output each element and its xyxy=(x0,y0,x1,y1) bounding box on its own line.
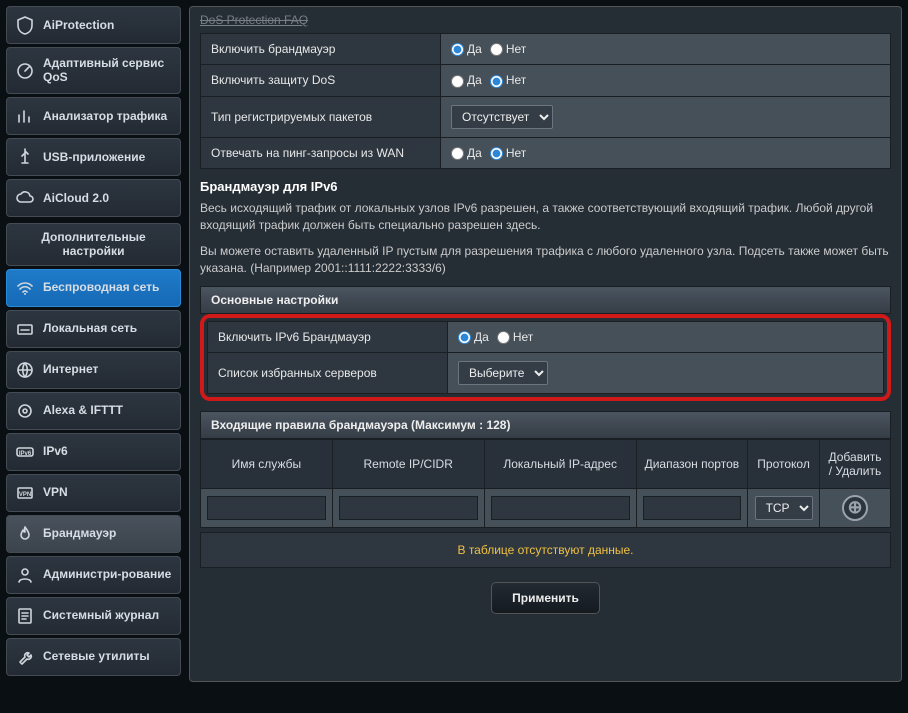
radio-yes[interactable]: Да xyxy=(451,146,482,160)
lan-icon xyxy=(15,319,35,339)
cloud-icon xyxy=(15,188,35,208)
sidebar-item-label: Локальная сеть xyxy=(43,321,137,335)
radio-yes[interactable]: Да xyxy=(458,330,489,344)
sidebar-item-shield[interactable]: AiProtection xyxy=(6,6,181,44)
setting-value: Да Нет xyxy=(441,34,891,65)
sidebar-item-label: AiCloud 2.0 xyxy=(43,191,109,205)
rules-table: Имя службы Remote IP/CIDR Локальный IP-а… xyxy=(200,439,891,528)
alexa-icon xyxy=(15,401,35,421)
apply-button[interactable]: Применить xyxy=(491,582,600,614)
radio-no[interactable]: Нет xyxy=(497,330,533,344)
setting-label: Включить IPv6 Брандмауэр xyxy=(208,321,448,352)
sidebar-item-ipv6[interactable]: IPv6 IPv6 xyxy=(6,433,181,471)
col-remote: Remote IP/CIDR xyxy=(332,439,484,488)
setting-value: Да Нет xyxy=(448,321,884,352)
ipv6-text-1: Весь исходящий трафик от локальных узлов… xyxy=(200,200,891,235)
svg-text:IPv6: IPv6 xyxy=(19,451,32,457)
col-proto: Протокол xyxy=(748,439,820,488)
highlighted-settings: Включить IPv6 Брандмауэр Да Нет Список избр… xyxy=(200,314,891,401)
sidebar-item-vpn[interactable]: VPN VPN xyxy=(6,474,181,512)
sidebar-item-label: IPv6 xyxy=(43,444,68,458)
basic-settings-bar: Основные настройки xyxy=(200,286,891,314)
radio-no[interactable]: Нет xyxy=(490,42,526,56)
ipv6-text-2: Вы можете оставить удаленный IP пустым д… xyxy=(200,243,891,278)
sidebar-item-globe[interactable]: Интернет xyxy=(6,351,181,389)
setting-value: Да Нет xyxy=(441,137,891,168)
sidebar-item-usb[interactable]: USB-приложение xyxy=(6,138,181,176)
sidebar-item-admin[interactable]: Администри-рование xyxy=(6,556,181,594)
sidebar-item-label: Анализатор трафика xyxy=(43,109,167,123)
flame-icon xyxy=(15,524,35,544)
usb-icon xyxy=(15,147,35,167)
sidebar-item-gauge[interactable]: Адаптивный сервис QoS xyxy=(6,47,181,94)
rules-bar: Входящие правила брандмауэра (Максимум :… xyxy=(200,411,891,439)
setting-select[interactable]: Выберите xyxy=(458,361,548,385)
remote-ip-input[interactable] xyxy=(339,496,478,520)
radio-yes[interactable]: Да xyxy=(451,42,482,56)
port-range-input[interactable] xyxy=(643,496,741,520)
sidebar-item-label: Системный журнал xyxy=(43,608,159,622)
sidebar-item-log[interactable]: Системный журнал xyxy=(6,597,181,635)
no-data-message: В таблице отсутствуют данные. xyxy=(200,532,891,568)
sidebar-item-label: Беспроводная сеть xyxy=(43,280,159,294)
sidebar-section-title: Дополнительные настройки xyxy=(6,223,181,266)
sidebar-item-label: USB-приложение xyxy=(43,150,145,164)
sidebar: AiProtection Адаптивный сервис QoS Анализа… xyxy=(6,6,181,682)
shield-icon xyxy=(15,15,35,35)
main-panel: DoS Protection FAQ Включить брандмауэрДа… xyxy=(189,6,902,682)
setting-label: Включить брандмауэр xyxy=(201,34,441,65)
setting-select[interactable]: Отсутствует xyxy=(451,105,553,129)
sidebar-item-label: VPN xyxy=(43,485,68,499)
radio-yes[interactable]: Да xyxy=(451,73,482,87)
setting-label: Отвечать на пинг-запросы из WAN xyxy=(201,137,441,168)
add-rule-button[interactable]: ⊕ xyxy=(842,495,868,521)
radio-no[interactable]: Нет xyxy=(490,73,526,87)
log-icon xyxy=(15,606,35,626)
sidebar-item-cloud[interactable]: AiCloud 2.0 xyxy=(6,179,181,217)
sidebar-item-label: Alexa & IFTTT xyxy=(43,403,123,417)
setting-value: Отсутствует xyxy=(441,96,891,137)
service-input[interactable] xyxy=(207,496,326,520)
vpn-icon: VPN xyxy=(15,483,35,503)
setting-label: Включить защиту DoS xyxy=(201,65,441,96)
ipv6-icon: IPv6 xyxy=(15,442,35,462)
general-settings-table: Включить брандмауэр Да Нет Включить защиту … xyxy=(200,33,891,169)
protocol-select[interactable]: TCP xyxy=(755,496,813,520)
col-ports: Диапазон портов xyxy=(636,439,747,488)
sidebar-item-label: Адаптивный сервис QoS xyxy=(43,56,172,85)
local-ip-input[interactable] xyxy=(491,496,630,520)
radio-no[interactable]: Нет xyxy=(490,146,526,160)
ipv6-firewall-title: Брандмауэр для IPv6 xyxy=(200,179,891,194)
globe-icon xyxy=(15,360,35,380)
wifi-icon xyxy=(15,278,35,298)
sidebar-item-label: Брандмауэр xyxy=(43,526,116,540)
svg-text:VPN: VPN xyxy=(19,492,31,498)
sidebar-item-flame[interactable]: Брандмауэр xyxy=(6,515,181,553)
setting-label: Список избранных серверов xyxy=(208,352,448,393)
gauge-icon xyxy=(15,60,35,80)
faq-link[interactable]: DoS Protection FAQ xyxy=(200,13,891,27)
sidebar-item-alexa[interactable]: Alexa & IFTTT xyxy=(6,392,181,430)
col-action: Добавить / Удалить xyxy=(820,439,891,488)
admin-icon xyxy=(15,565,35,585)
sidebar-item-label: Интернет xyxy=(43,362,98,376)
sidebar-item-label: Администри-рование xyxy=(43,567,171,581)
sidebar-item-lan[interactable]: Локальная сеть xyxy=(6,310,181,348)
setting-value: Выберите xyxy=(448,352,884,393)
setting-value: Да Нет xyxy=(441,65,891,96)
setting-label: Тип регистрируемых пакетов xyxy=(201,96,441,137)
tools-icon xyxy=(15,647,35,667)
sidebar-item-bars[interactable]: Анализатор трафика xyxy=(6,97,181,135)
bars-icon xyxy=(15,106,35,126)
sidebar-item-label: Сетевые утилиты xyxy=(43,649,150,663)
sidebar-item-tools[interactable]: Сетевые утилиты xyxy=(6,638,181,676)
col-local: Локальный IP-адрес xyxy=(484,439,636,488)
col-service: Имя службы xyxy=(201,439,333,488)
sidebar-item-wifi[interactable]: Беспроводная сеть xyxy=(6,269,181,307)
sidebar-item-label: AiProtection xyxy=(43,18,114,32)
